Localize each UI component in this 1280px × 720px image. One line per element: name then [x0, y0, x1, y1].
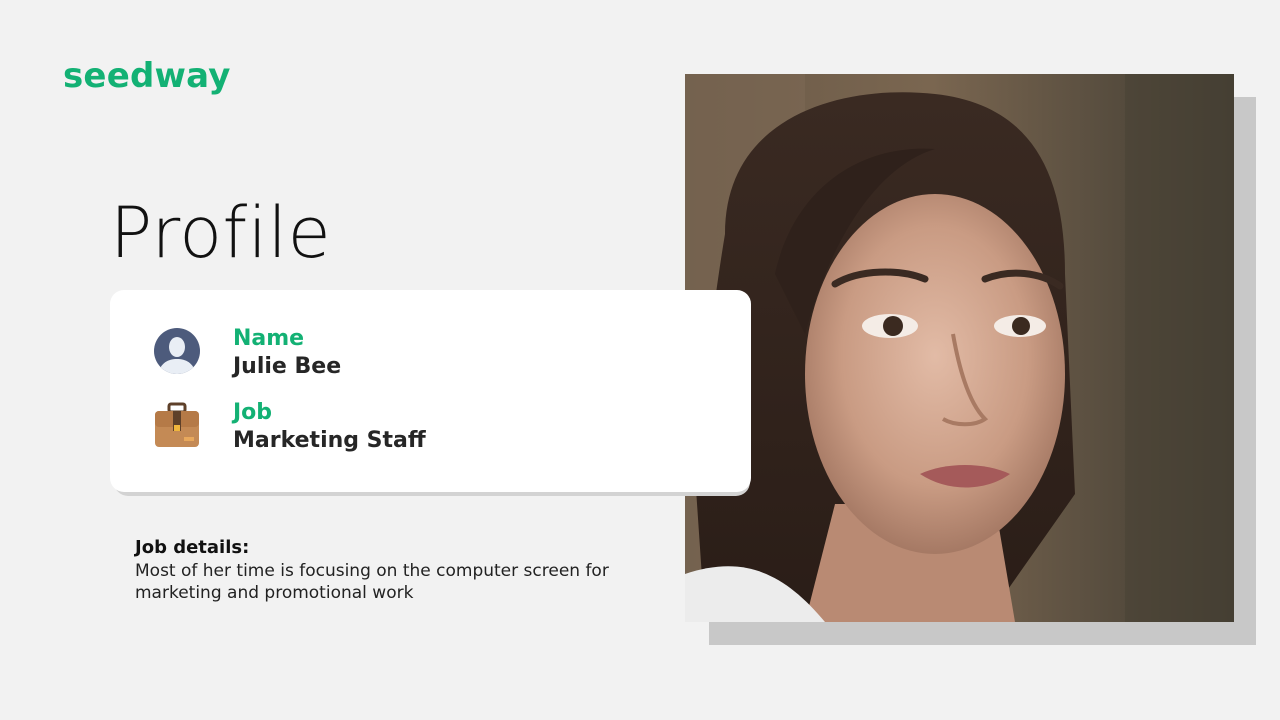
name-value: Julie Bee: [233, 354, 342, 379]
job-value: Marketing Staff: [233, 428, 426, 453]
profile-photo: [685, 74, 1234, 622]
name-label: Name: [233, 326, 305, 351]
profile-card: Name Julie Bee Job Marketing Staff: [110, 290, 751, 492]
job-details: Job details: Most of her time is focusin…: [135, 536, 675, 604]
brand-logo: seedway: [63, 56, 231, 96]
portrait-image: [685, 74, 1234, 622]
page-title: Profile: [110, 192, 332, 274]
job-row: Job Marketing Staff: [154, 400, 426, 453]
job-details-heading: Job details:: [135, 537, 250, 558]
job-details-body: Most of her time is focusing on the comp…: [135, 561, 609, 603]
job-label: Job: [233, 400, 273, 425]
briefcase-icon: [155, 402, 199, 447]
user-avatar-icon: [154, 328, 200, 374]
name-row: Name Julie Bee: [154, 326, 341, 379]
